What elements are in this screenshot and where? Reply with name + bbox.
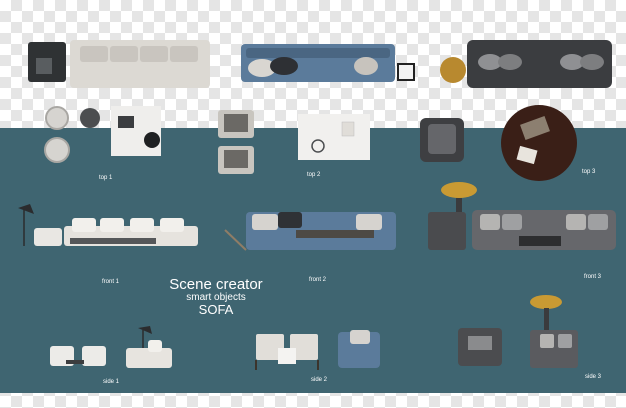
label-side-3: side 3 bbox=[585, 374, 602, 380]
label-top-1: top 1 bbox=[99, 175, 113, 181]
side1-white-chairs bbox=[50, 326, 172, 368]
top3-chair-and-table bbox=[420, 105, 577, 181]
label-front-1: front 1 bbox=[102, 279, 120, 285]
top2-chairs-and-table bbox=[218, 110, 370, 174]
label-top-3: top 3 bbox=[582, 169, 596, 175]
label-top-2: top 2 bbox=[307, 172, 321, 178]
front3-gray-sofa bbox=[428, 182, 616, 250]
label-side-1: side 1 bbox=[103, 379, 120, 385]
label-side-2: side 2 bbox=[311, 377, 328, 383]
sofa-illustrations bbox=[18, 40, 616, 370]
front2-blue-sofa bbox=[224, 212, 396, 251]
top1-white-sofa bbox=[28, 40, 210, 88]
top1-chairs-and-table bbox=[44, 106, 161, 163]
side3-gray-chairs bbox=[458, 295, 578, 368]
side2-chairs bbox=[255, 330, 380, 370]
title-line-1: Scene creator bbox=[169, 276, 263, 293]
top2-blue-sofa bbox=[241, 44, 415, 82]
label-front-2: front 2 bbox=[309, 277, 327, 283]
top3-gray-sofa bbox=[440, 40, 612, 88]
front1-white-sofa bbox=[18, 204, 198, 246]
title-line-3: SOFA bbox=[198, 302, 234, 317]
label-front-3: front 3 bbox=[584, 274, 602, 280]
preview-canvas: Scene creator smart objects SOFA top 1 t… bbox=[0, 0, 626, 408]
